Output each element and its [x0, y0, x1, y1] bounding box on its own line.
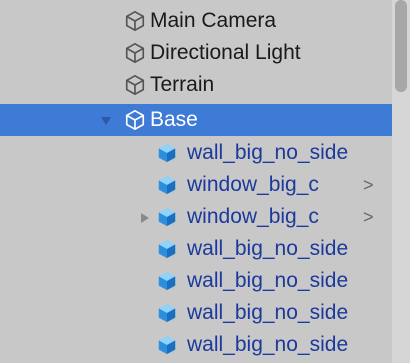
- prefab-icon: [158, 175, 176, 195]
- prefab-icon: [158, 143, 176, 163]
- foldout-collapsed-icon[interactable]: [139, 212, 151, 224]
- prefab-icon: [158, 303, 176, 323]
- scrollbar-thumb[interactable]: [395, 0, 407, 92]
- prefab-open-chevron[interactable]: >: [363, 169, 374, 201]
- hierarchy-item-main-camera[interactable]: Main Camera: [0, 5, 392, 37]
- hierarchy-item-label: Main Camera: [150, 9, 277, 32]
- hierarchy-item-label: Base: [150, 108, 198, 131]
- hierarchy-item-label: wall_big_no_side: [187, 237, 349, 260]
- foldout-expanded-icon[interactable]: [100, 115, 112, 127]
- prefab-icon: [158, 207, 176, 227]
- prefab-icon: [158, 271, 176, 291]
- gameobject-icon: [125, 74, 145, 96]
- prefab-open-chevron[interactable]: >: [363, 201, 374, 233]
- hierarchy-item-prefab[interactable]: wall_big_no_side: [0, 265, 392, 297]
- hierarchy-item-label: window_big_c: [187, 205, 319, 228]
- hierarchy-item-prefab[interactable]: wall_big_no_side: [0, 297, 392, 329]
- hierarchy-item-directional-light[interactable]: Directional Light: [0, 37, 392, 69]
- hierarchy-panel: Main Camera Directional Light Terrain Ba…: [0, 0, 392, 363]
- hierarchy-item-prefab[interactable]: wall_big_no_side: [0, 329, 392, 361]
- hierarchy-item-prefab[interactable]: window_big_c >: [0, 201, 392, 233]
- hierarchy-item-label: wall_big_no_side: [187, 301, 349, 324]
- prefab-icon: [158, 335, 176, 355]
- gameobject-icon: [125, 10, 145, 32]
- vertical-scrollbar[interactable]: [392, 0, 410, 363]
- hierarchy-item-label: Terrain: [150, 73, 215, 96]
- hierarchy-item-prefab[interactable]: window_big_c >: [0, 169, 392, 201]
- hierarchy-item-base[interactable]: Base: [0, 104, 392, 136]
- hierarchy-item-label: window_big_c: [187, 173, 319, 196]
- hierarchy-item-prefab[interactable]: wall_big_no_side: [0, 233, 392, 265]
- gameobject-icon: [125, 109, 145, 131]
- hierarchy-item-prefab[interactable]: wall_big_no_side: [0, 137, 392, 169]
- hierarchy-item-label: wall_big_no_side: [187, 141, 349, 164]
- prefab-icon: [158, 239, 176, 259]
- hierarchy-item-label: Directional Light: [150, 41, 301, 64]
- hierarchy-item-terrain[interactable]: Terrain: [0, 69, 392, 101]
- hierarchy-item-label: wall_big_no_side: [187, 333, 349, 356]
- gameobject-icon: [125, 42, 145, 64]
- hierarchy-item-label: wall_big_no_side: [187, 269, 349, 292]
